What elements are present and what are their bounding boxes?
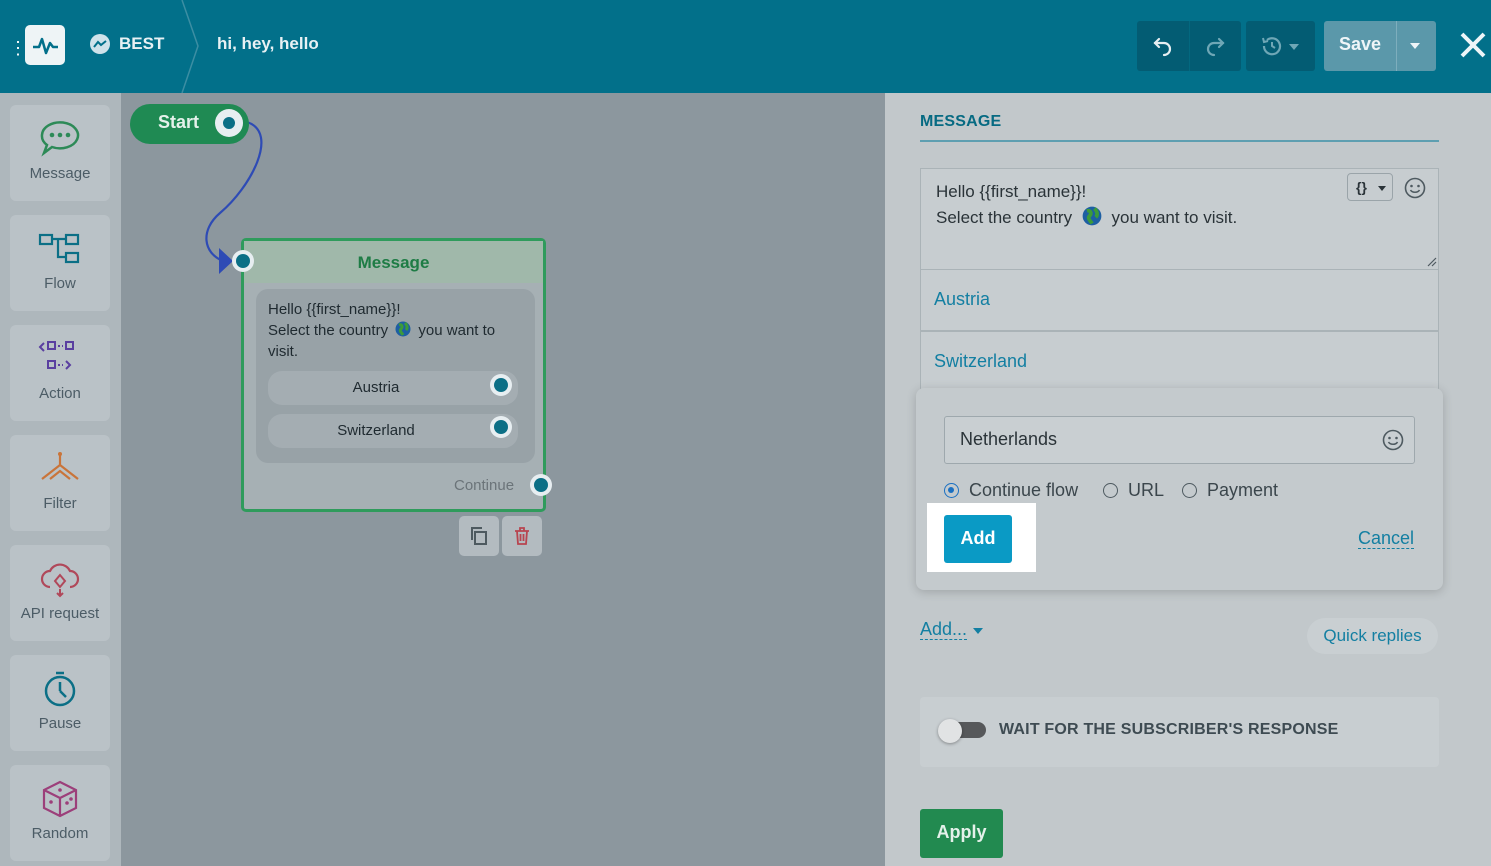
pulse-icon — [33, 37, 58, 55]
switzerland-output-port[interactable] — [490, 416, 512, 438]
node-button-austria[interactable]: Austria — [268, 371, 518, 405]
node-button-switzerland[interactable]: Switzerland — [268, 414, 518, 448]
delete-node-button[interactable] — [502, 516, 542, 556]
sidebar-item-action[interactable]: Action — [10, 325, 110, 421]
sidebar-item-api-request[interactable]: API request — [10, 545, 110, 641]
sidebar-item-flow[interactable]: Flow — [10, 215, 110, 311]
continue-label: Continue — [454, 477, 515, 494]
message-input-port[interactable] — [232, 250, 254, 272]
close-icon[interactable] — [1459, 30, 1487, 60]
apply-button[interactable]: Apply — [920, 809, 1003, 858]
panel-title: MESSAGE — [920, 113, 1002, 130]
flow-icon — [38, 233, 80, 264]
duplicate-node-button[interactable] — [459, 516, 499, 556]
message-button-switzerland[interactable]: Switzerland — [920, 331, 1439, 393]
cloud-api-icon — [40, 563, 80, 598]
message-node-title: Message — [357, 253, 430, 272]
chevron-down-icon — [1378, 186, 1386, 191]
start-output-port[interactable] — [215, 109, 243, 137]
emoji-icon[interactable] — [1404, 177, 1426, 199]
message-node-text: Hello {{first_name}}! Select the country… — [268, 301, 496, 360]
trash-icon — [515, 527, 529, 545]
dice-icon — [42, 780, 78, 818]
cancel-link[interactable]: Cancel — [1358, 528, 1415, 549]
emoji-icon[interactable] — [1382, 429, 1404, 451]
messenger-icon — [90, 34, 110, 54]
wait-response-toggle[interactable] — [938, 719, 986, 743]
button-title-input[interactable]: Netherlands — [944, 416, 1415, 464]
globe-icon — [1082, 206, 1102, 226]
copy-icon — [471, 527, 487, 545]
add-button[interactable]: Add — [944, 515, 1012, 563]
sidebar-item-message[interactable]: Message — [10, 105, 110, 201]
message-bubble-icon — [40, 121, 80, 157]
continue-output-port[interactable] — [530, 474, 552, 496]
wait-response-label: WAIT FOR THE SUBSCRIBER'S RESPONSE — [999, 721, 1339, 738]
quick-replies-button[interactable]: Quick replies — [1307, 618, 1438, 654]
flow-name[interactable]: hi, hey, hello — [217, 34, 319, 54]
history-button[interactable] — [1246, 21, 1315, 71]
chevron-down-icon[interactable] — [1410, 43, 1420, 49]
variables-dropdown[interactable]: {} — [1347, 173, 1393, 201]
globe-icon — [395, 321, 411, 337]
undo-icon[interactable] — [1151, 34, 1175, 58]
sidebar-item-filter[interactable]: Filter — [10, 435, 110, 531]
chevron-down-icon — [1289, 44, 1299, 50]
add-dropdown[interactable]: Add... — [920, 619, 968, 640]
bot-name[interactable]: BEST — [119, 34, 164, 54]
filter-icon — [41, 452, 79, 480]
save-label: Save — [1338, 34, 1382, 54]
history-icon — [1262, 37, 1282, 56]
stopwatch-icon — [44, 671, 76, 707]
sidebar-item-random[interactable]: Random — [10, 765, 110, 861]
resize-handle-icon[interactable] — [1427, 257, 1437, 267]
undo-redo-group — [1137, 21, 1241, 71]
more-menu-icon[interactable]: ⋮ — [9, 38, 27, 58]
save-button[interactable]: Save — [1324, 21, 1436, 71]
chevron-down-icon[interactable] — [973, 628, 983, 634]
action-icon — [38, 341, 74, 370]
message-button-austria[interactable]: Austria — [920, 269, 1439, 331]
top-bar: ⋮ BEST hi, hey, hello Save — [0, 0, 1491, 93]
app-logo[interactable] — [25, 25, 65, 65]
breadcrumb-separator — [181, 0, 199, 93]
austria-output-port[interactable] — [490, 374, 512, 396]
redo-icon[interactable] — [1203, 34, 1227, 58]
sidebar-item-pause[interactable]: Pause — [10, 655, 110, 751]
